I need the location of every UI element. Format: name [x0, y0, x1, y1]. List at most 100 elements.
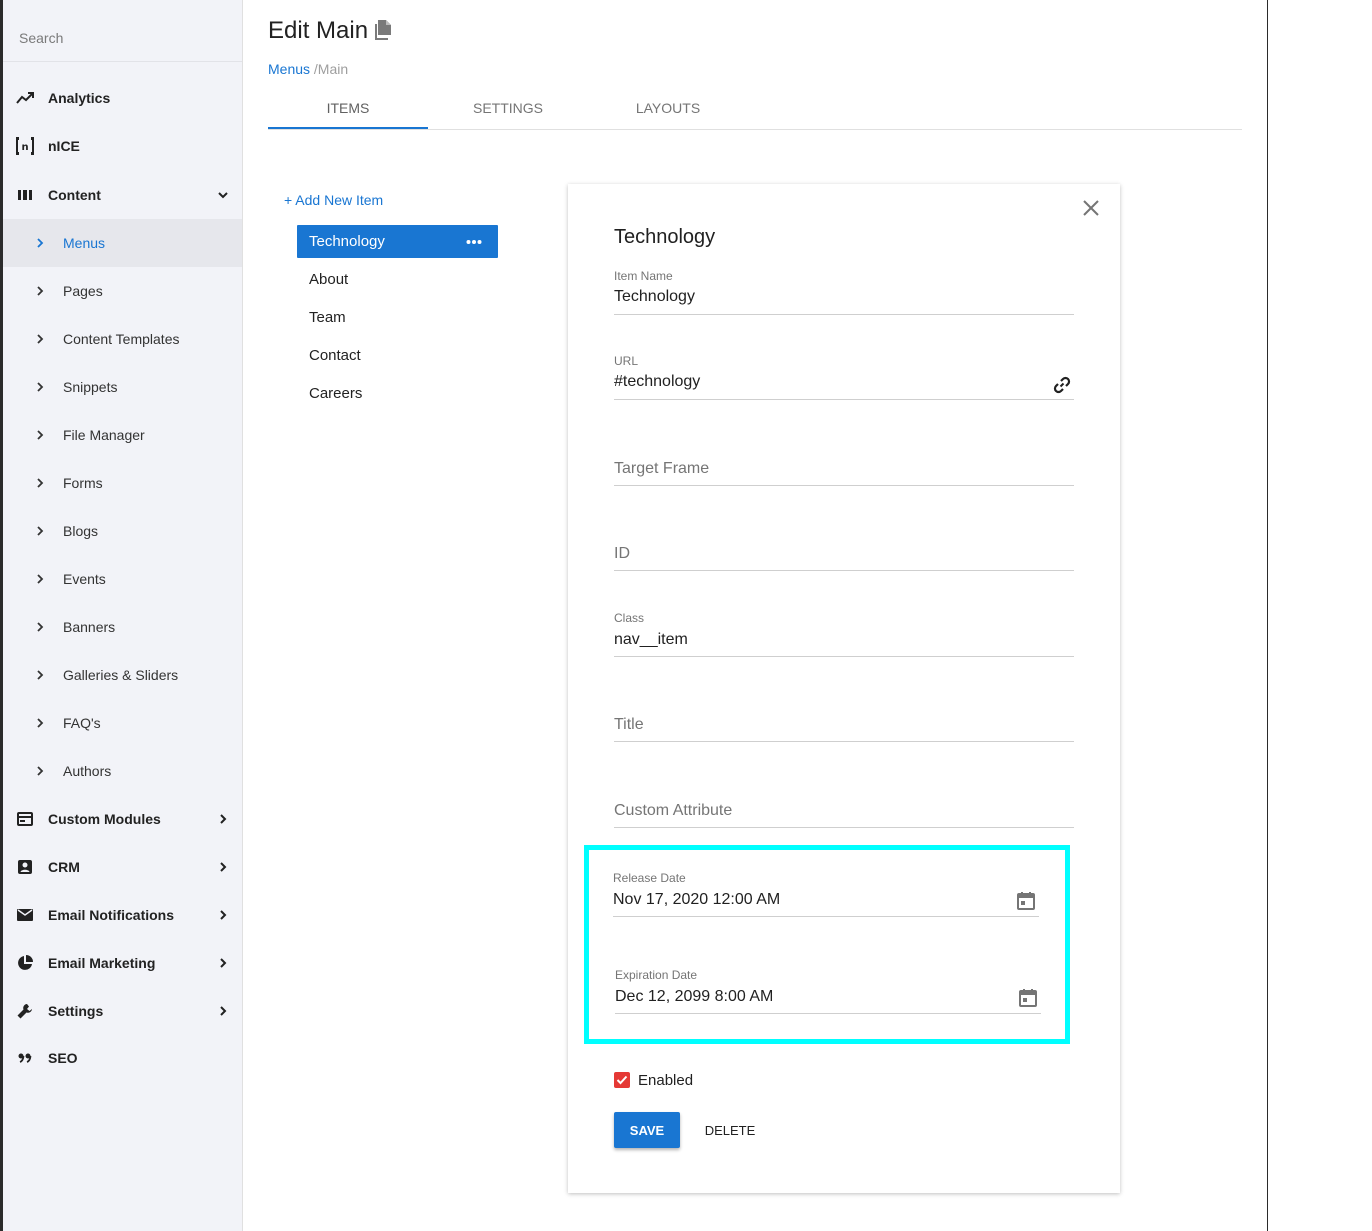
sidebar-subitem-events[interactable]: Events: [3, 555, 242, 603]
copy-icon[interactable]: [375, 19, 395, 41]
field-underline: [614, 570, 1074, 571]
field-underline: [614, 656, 1074, 657]
sidebar-item-email-marketing[interactable]: Email Marketing: [3, 939, 242, 987]
chevron-right-icon: [216, 1004, 230, 1018]
expiration-date-field: Expiration Date: [615, 967, 1041, 1015]
sidebar-subitem-label: FAQ's: [63, 715, 101, 731]
svg-text:n: n: [21, 142, 28, 153]
chevron-right-icon: [33, 284, 47, 298]
chevron-right-icon: [216, 908, 230, 922]
nice-bracket-icon: n: [15, 136, 35, 156]
sidebar-subitem-blogs[interactable]: Blogs: [3, 507, 242, 555]
field-underline: [614, 741, 1074, 742]
mail-icon: [15, 905, 35, 925]
menu-item-label: Contact: [309, 347, 361, 364]
item-name-input[interactable]: [614, 288, 1034, 306]
sidebar-item-label: Email Marketing: [48, 955, 156, 971]
sidebar-subitem-banners[interactable]: Banners: [3, 603, 242, 651]
url-input[interactable]: [614, 373, 1034, 391]
breadcrumb: Menus /Main: [268, 61, 348, 77]
close-icon[interactable]: [1082, 199, 1100, 217]
sidebar-item-custom-modules[interactable]: Custom Modules: [3, 795, 242, 843]
sidebar-subitem-label: Content Templates: [63, 331, 180, 347]
custom-attribute-input[interactable]: [614, 802, 1034, 820]
enabled-checkbox[interactable]: [614, 1072, 630, 1088]
sidebar-item-label: Content: [48, 187, 101, 203]
sidebar-subitem-file-manager[interactable]: File Manager: [3, 411, 242, 459]
save-button[interactable]: SAVE: [614, 1112, 680, 1148]
editor-title: Technology: [614, 226, 716, 248]
expiration-date-input[interactable]: [615, 988, 995, 1006]
sidebar-subitem-forms[interactable]: Forms: [3, 459, 242, 507]
add-new-item-link[interactable]: + Add New Item: [284, 192, 383, 208]
field-underline: [614, 399, 1074, 400]
sidebar-subitem-authors[interactable]: Authors: [3, 747, 242, 795]
link-icon[interactable]: [1052, 375, 1072, 395]
sidebar-item-label: Analytics: [48, 90, 111, 106]
sidebar-item-seo[interactable]: SEO: [3, 1034, 242, 1082]
sidebar-item-label: CRM: [48, 859, 80, 875]
tab-settings[interactable]: SETTINGS: [428, 88, 588, 129]
wrench-icon: [15, 1001, 35, 1021]
field-underline: [615, 1013, 1041, 1014]
title-input[interactable]: [614, 716, 1034, 734]
breadcrumb-current: /Main: [313, 61, 349, 77]
sidebar-subitem-snippets[interactable]: Snippets: [3, 363, 242, 411]
menu-list-item-careers[interactable]: Careers: [297, 377, 498, 410]
sidebar-subitem-pages[interactable]: Pages: [3, 267, 242, 315]
search-input[interactable]: [19, 30, 219, 46]
field-underline: [614, 485, 1074, 486]
release-date-label: Release Date: [613, 871, 686, 885]
delete-button[interactable]: DELETE: [696, 1112, 764, 1148]
enabled-label: Enabled: [638, 1071, 694, 1089]
pie-chart-icon: [15, 953, 35, 973]
chevron-right-icon: [33, 524, 47, 538]
menu-item-label: About: [309, 271, 349, 288]
sidebar-item-content[interactable]: Content: [3, 171, 242, 219]
sidebar-subitem-label: Forms: [63, 475, 103, 491]
sidebar-item-analytics[interactable]: Analytics: [3, 74, 242, 122]
target-frame-input[interactable]: [614, 460, 1034, 478]
sidebar-item-email-notifications[interactable]: Email Notifications: [3, 891, 242, 939]
calendar-icon[interactable]: [1016, 891, 1036, 911]
enabled-checkbox-row[interactable]: Enabled: [614, 1070, 693, 1090]
sidebar-subitem-label: Snippets: [63, 379, 118, 395]
target-frame-field: [614, 438, 1074, 486]
class-input[interactable]: [614, 631, 1034, 649]
field-underline: [614, 314, 1074, 315]
menu-list-item-about[interactable]: About: [297, 263, 498, 296]
tab-layouts[interactable]: LAYOUTS: [588, 88, 748, 129]
sidebar-subitem-label: Events: [63, 571, 106, 587]
breadcrumb-menus-link[interactable]: Menus: [268, 61, 310, 77]
item-name-label: Item Name: [614, 269, 673, 283]
sidebar-subitem-label: Pages: [63, 283, 103, 299]
sidebar-subitem-menus[interactable]: Menus: [3, 219, 242, 267]
menu-list-item-team[interactable]: Team: [297, 301, 498, 334]
sidebar-item-settings[interactable]: Settings: [3, 987, 242, 1035]
release-date-input[interactable]: [613, 891, 993, 909]
field-underline: [614, 827, 1074, 828]
sidebar-item-nice[interactable]: n nICE: [3, 122, 242, 170]
menu-list-item-technology[interactable]: Technology: [297, 225, 498, 258]
sidebar-item-label: Settings: [48, 1003, 104, 1019]
sidebar-subitem-galleries-sliders[interactable]: Galleries & Sliders: [3, 651, 242, 699]
tab-items[interactable]: ITEMS: [268, 88, 428, 129]
sidebar-subitem-label: File Manager: [63, 427, 145, 443]
sidebar-subitem-faqs[interactable]: FAQ's: [3, 699, 242, 747]
quote-icon: [15, 1048, 35, 1068]
menu-list-item-contact[interactable]: Contact: [297, 339, 498, 372]
id-field: [614, 523, 1074, 571]
chevron-right-icon: [33, 620, 47, 634]
sidebar-subitem-content-templates[interactable]: Content Templates: [3, 315, 242, 363]
more-options-icon[interactable]: [466, 235, 482, 247]
sidebar-item-crm[interactable]: CRM: [3, 843, 242, 891]
class-field: Class: [614, 610, 1074, 658]
trending-up-icon: [15, 88, 35, 108]
id-input[interactable]: [614, 545, 1034, 563]
url-field: URL: [614, 353, 1074, 401]
release-date-field: Release Date: [613, 870, 1039, 918]
chevron-right-icon: [216, 860, 230, 874]
calendar-icon[interactable]: [1018, 988, 1038, 1008]
tab-bar: ITEMS SETTINGS LAYOUTS: [268, 88, 1242, 130]
title-field: [614, 694, 1074, 742]
